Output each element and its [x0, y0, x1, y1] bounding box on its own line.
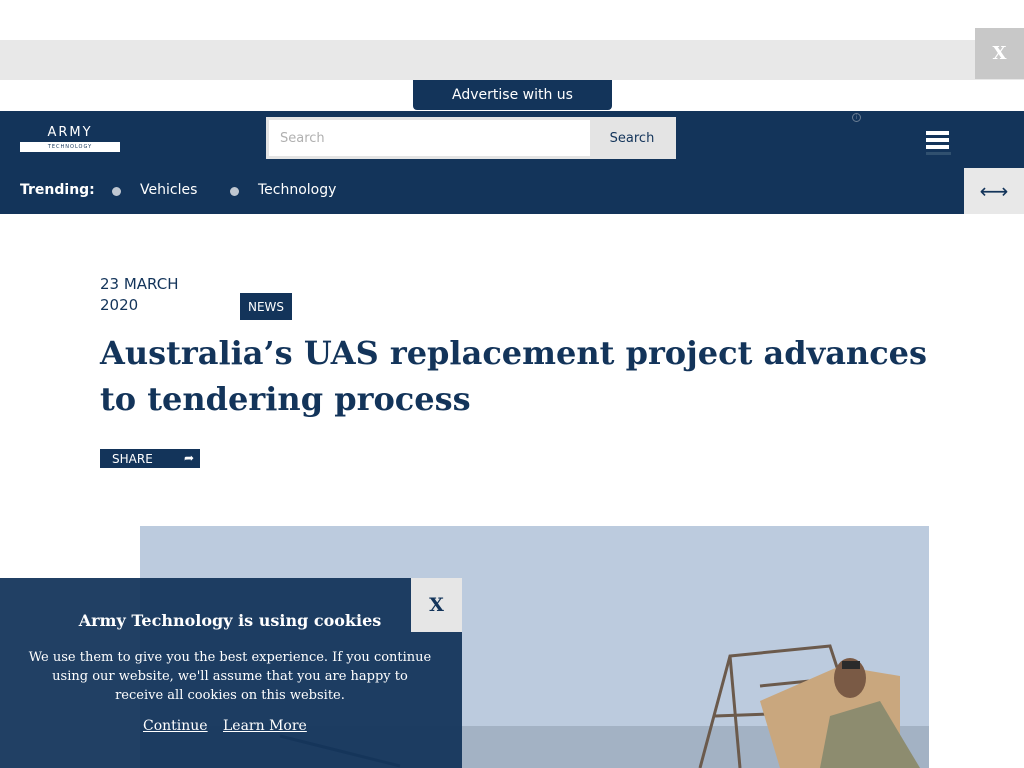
- trending-label: Trending:: [20, 182, 95, 198]
- menu-bar: [926, 145, 949, 149]
- menu-bar: [926, 131, 949, 135]
- share-label: SHARE: [112, 451, 153, 466]
- cookie-title: Army Technology is using cookies: [78, 611, 382, 630]
- article-title: Australia’s UAS replacement project adva…: [100, 334, 928, 418]
- bullet-icon: [112, 187, 121, 196]
- ad-bar: [0, 40, 1024, 80]
- left-right-arrow-icon[interactable]: ⟷: [964, 168, 1024, 214]
- search-input[interactable]: [269, 120, 590, 156]
- cookie-learn-more-link[interactable]: Learn More: [223, 718, 307, 734]
- army-technology-logo[interactable]: ARMY TECHNOLOGY: [20, 125, 120, 153]
- category-badge[interactable]: NEWS: [240, 293, 292, 320]
- trending-item-technology[interactable]: Technology: [258, 182, 336, 198]
- trending-item-vehicles[interactable]: Vehicles: [140, 182, 197, 198]
- menu-underline: [926, 152, 951, 155]
- info-icon[interactable]: i: [852, 113, 861, 122]
- share-arrow-icon: ➦: [183, 451, 194, 465]
- cookie-continue-link[interactable]: Continue: [143, 718, 208, 734]
- menu-bar: [926, 138, 949, 142]
- ad-close-button[interactable]: X: [975, 28, 1024, 79]
- article-date: 23 MARCH 2020: [100, 275, 179, 314]
- hamburger-menu-icon[interactable]: [926, 131, 951, 158]
- advertise-with-us-link[interactable]: Advertise with us: [413, 80, 612, 110]
- bullet-icon: [230, 187, 239, 196]
- ad-space: [0, 0, 1024, 40]
- logo-subtext: TECHNOLOGY: [20, 142, 120, 152]
- logo-wordmark: ARMY: [47, 125, 93, 140]
- site-header: ARMY TECHNOLOGY Search i Trending: Vehic…: [0, 111, 1024, 214]
- share-button[interactable]: SHARE ➦: [100, 449, 200, 468]
- search-form: Search: [266, 117, 676, 159]
- search-button[interactable]: Search: [591, 120, 673, 156]
- page: X Advertise with us ARMY TECHNOLOGY Sear…: [0, 0, 1024, 768]
- cookie-message: We use them to give you the best experie…: [28, 650, 432, 703]
- cookie-banner: X Army Technology is using cookies We us…: [0, 578, 462, 768]
